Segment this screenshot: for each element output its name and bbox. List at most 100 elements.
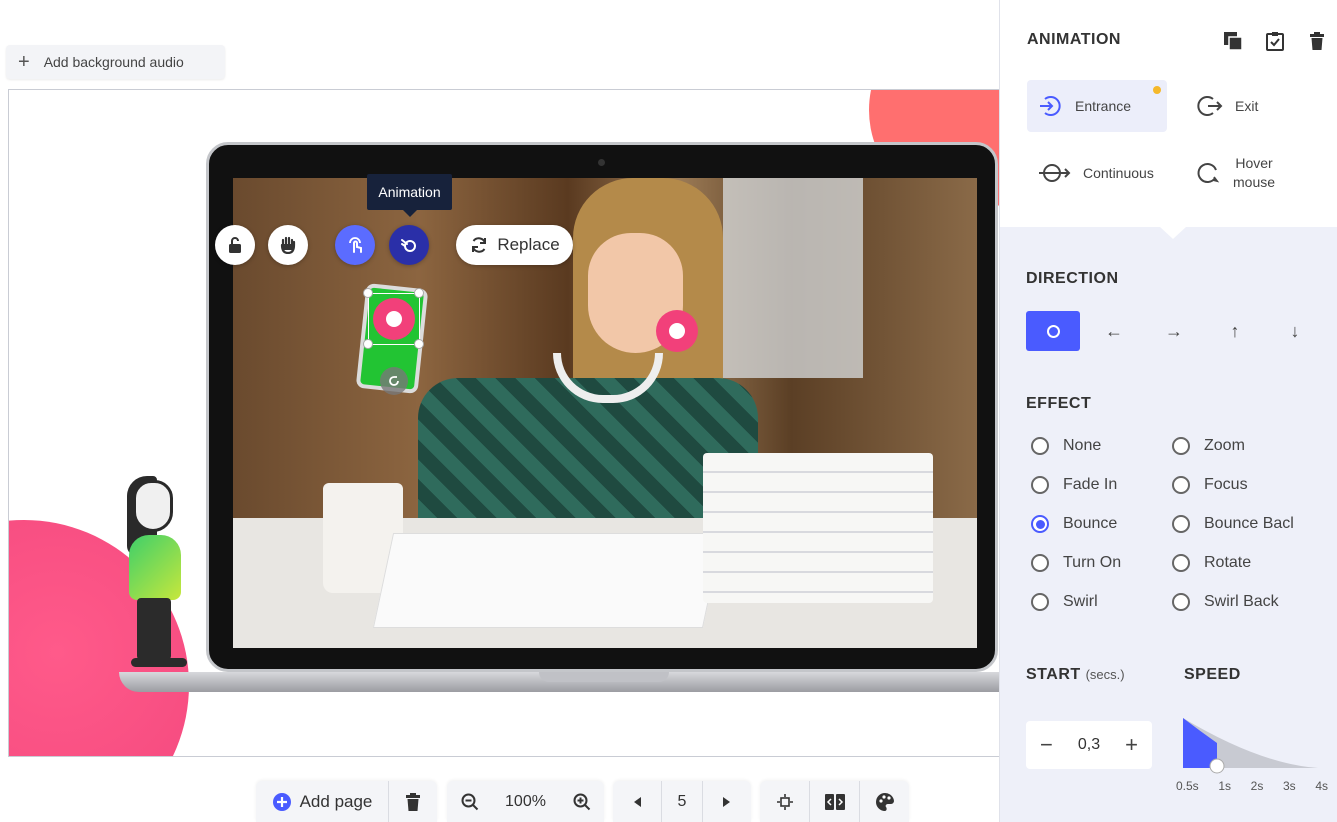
resize-handle-br[interactable]	[414, 339, 424, 349]
hover-label: Hover mouse	[1233, 154, 1275, 192]
add-audio-label: Add background audio	[43, 54, 184, 70]
drag-hand-button[interactable]	[268, 225, 308, 265]
figure-feet	[131, 658, 187, 667]
speed-tick: 2s	[1250, 779, 1264, 793]
speed-curve-fill	[1183, 718, 1217, 768]
next-page-button[interactable]	[703, 781, 751, 822]
triangle-right-icon	[723, 796, 730, 807]
fit-screen-button[interactable]	[760, 781, 809, 822]
zoom-in-button[interactable]	[559, 781, 604, 822]
trash-icon	[1310, 32, 1324, 50]
radio-icon	[1031, 476, 1049, 494]
radio-checked-icon	[1031, 515, 1049, 533]
anim-type-exit[interactable]: Exit	[1185, 80, 1305, 132]
figure-body	[129, 535, 181, 600]
add-page-label: Add page	[299, 791, 373, 811]
photo-window	[723, 178, 863, 378]
effect-option-swirl-back[interactable]: Swirl Back	[1172, 593, 1279, 611]
anim-type-entrance[interactable]: Entrance	[1027, 80, 1167, 132]
direction-title: DIRECTION	[1026, 270, 1119, 287]
interactivity-button[interactable]	[335, 225, 375, 265]
delete-page-button[interactable]	[389, 781, 437, 822]
active-badge	[1153, 86, 1161, 94]
effect-option-focus[interactable]: Focus	[1172, 476, 1248, 494]
pagination-group: 5	[613, 781, 751, 822]
lock-button[interactable]	[215, 225, 255, 265]
resize-handle-bl[interactable]	[363, 339, 373, 349]
split-view-button[interactable]	[810, 781, 859, 822]
anim-type-hover[interactable]: Hover mouse	[1185, 147, 1305, 199]
panel-actions	[1222, 30, 1328, 52]
zoom-in-icon	[573, 793, 590, 810]
hotspot-marker[interactable]	[656, 310, 698, 352]
start-title: START (secs.)	[1026, 666, 1125, 684]
resize-handle-tl[interactable]	[363, 288, 373, 298]
add-page-button[interactable]: Add page	[256, 781, 388, 822]
anim-type-continuous[interactable]: Continuous	[1027, 147, 1177, 199]
minus-button[interactable]: −	[1040, 732, 1053, 758]
delete-animation-button[interactable]	[1306, 30, 1328, 52]
continuous-icon	[1039, 164, 1071, 182]
direction-center-button[interactable]	[1026, 311, 1080, 351]
add-circle-icon	[272, 792, 291, 811]
split-view-icon	[824, 793, 845, 810]
slide-canvas[interactable]	[8, 89, 1000, 757]
entrance-label: Entrance	[1075, 98, 1132, 114]
radio-icon	[1031, 593, 1049, 611]
radio-icon	[1031, 554, 1049, 572]
speed-title: SPEED	[1184, 666, 1241, 683]
apply-all-button[interactable]	[1264, 30, 1286, 52]
tooltip-label: Animation	[378, 184, 441, 200]
copy-icon	[1224, 32, 1243, 51]
animation-button[interactable]	[389, 225, 429, 265]
view-tools-group	[760, 781, 909, 822]
theme-palette-button[interactable]	[860, 781, 909, 822]
resize-handle-tr[interactable]	[414, 288, 424, 298]
zoom-out-button[interactable]	[447, 781, 492, 822]
page-number: 5	[677, 792, 687, 810]
direction-down-button[interactable]: ↓	[1268, 311, 1322, 351]
palette-icon	[875, 792, 894, 811]
exit-icon	[1197, 96, 1223, 116]
replace-image-button[interactable]: Replace	[456, 225, 573, 265]
zoom-level: 100%	[505, 792, 546, 810]
effect-option-bounce-back[interactable]: Bounce Bacl	[1172, 515, 1294, 533]
prev-page-button[interactable]	[613, 781, 661, 822]
laptop-image[interactable]	[119, 142, 999, 692]
girl-illustration[interactable]	[119, 476, 189, 680]
effect-label: Swirl Back	[1204, 593, 1279, 610]
speed-tick: 1s	[1218, 779, 1232, 793]
plus-button[interactable]: +	[1125, 732, 1138, 758]
animation-type-section: ANIMATION Entrance Exit Continuous Hover…	[1000, 0, 1337, 239]
laptop-notch	[539, 672, 669, 682]
effect-label: Bounce	[1063, 515, 1118, 532]
direction-right-button[interactable]: →	[1147, 311, 1201, 351]
effect-option-turn-on[interactable]: Turn On	[1031, 554, 1121, 572]
hotspot-marker-selected[interactable]	[373, 298, 415, 340]
arrow-down-icon: ↓	[1290, 320, 1300, 341]
speed-tick: 0.5s	[1176, 779, 1199, 793]
effect-option-rotate[interactable]: Rotate	[1172, 554, 1251, 572]
effect-title: EFFECT	[1026, 395, 1092, 412]
effect-option-bounce[interactable]: Bounce	[1031, 515, 1117, 533]
speed-slider[interactable]	[1180, 716, 1320, 776]
add-background-audio-button[interactable]: + Add background audio	[6, 45, 225, 79]
speed-tick: 4s	[1315, 779, 1328, 793]
direction-left-button[interactable]: ←	[1087, 311, 1141, 351]
figure-legs	[137, 598, 171, 660]
replace-label: Replace	[497, 235, 560, 254]
direction-up-button[interactable]: ↑	[1208, 311, 1262, 351]
start-title-text: START	[1026, 666, 1081, 683]
effect-option-none[interactable]: None	[1031, 437, 1101, 455]
hover-label-line1: Hover	[1235, 155, 1273, 171]
rotate-handle[interactable]	[380, 367, 408, 395]
duplicate-button[interactable]	[1222, 30, 1244, 52]
animation-tooltip: Animation	[367, 174, 452, 217]
panel-title: ANIMATION	[1027, 31, 1121, 48]
speed-slider-handle[interactable]	[1209, 758, 1225, 774]
photo-notebook	[372, 533, 724, 628]
effect-option-fade-in[interactable]: Fade In	[1031, 476, 1117, 494]
photo-books	[703, 453, 933, 603]
effect-option-zoom[interactable]: Zoom	[1172, 437, 1245, 455]
effect-option-swirl[interactable]: Swirl	[1031, 593, 1098, 611]
